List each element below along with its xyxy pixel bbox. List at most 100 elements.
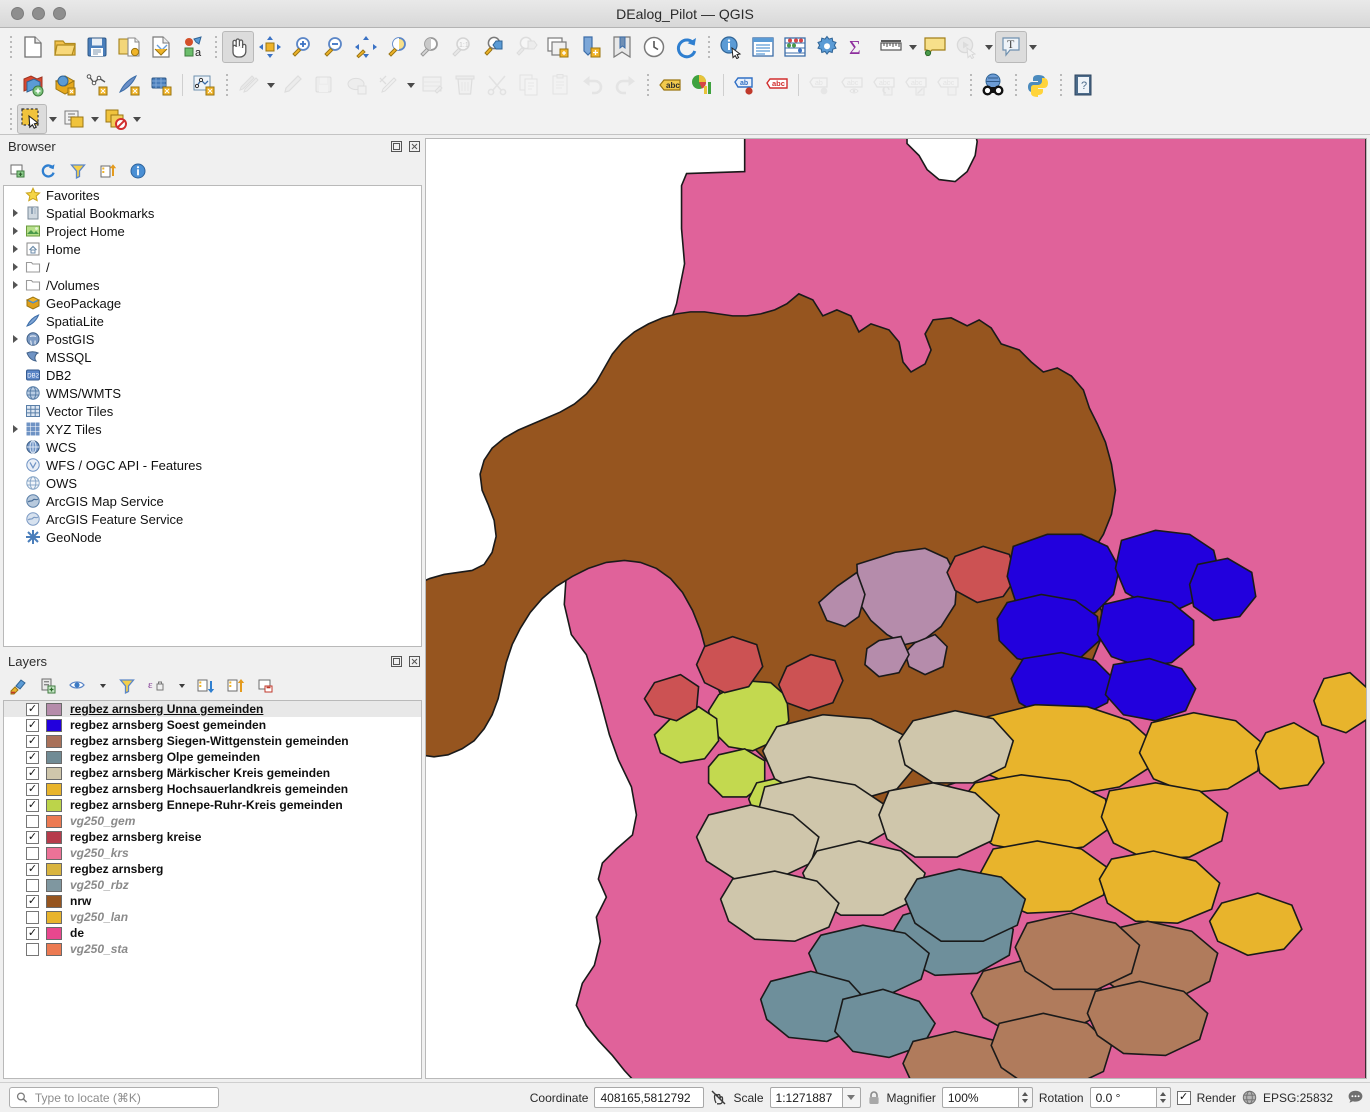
open-attribute-table-icon[interactable] (747, 31, 779, 63)
zoom-in-icon[interactable] (286, 31, 318, 63)
chevron-down-icon[interactable] (1027, 45, 1039, 50)
zoom-native-icon[interactable]: 1:1 (446, 31, 478, 63)
run-feature-action-icon[interactable] (951, 31, 983, 63)
save-layer-edits-icon[interactable] (309, 69, 341, 101)
minimize-window-button[interactable] (32, 7, 45, 20)
measure-line-icon[interactable] (875, 31, 907, 63)
sum-icon[interactable]: Σ (843, 31, 875, 63)
close-icon[interactable] (408, 140, 421, 153)
new-text-annotation-icon[interactable]: T (995, 31, 1027, 63)
expand-arrow-icon[interactable] (6, 245, 24, 253)
chevron-down-icon[interactable] (131, 117, 143, 122)
browser-tree-item[interactable]: ArcGIS Feature Service (4, 510, 421, 528)
copy-features-icon[interactable] (513, 69, 545, 101)
layer-visibility-checkbox[interactable]: ✓ (26, 702, 39, 716)
deselect-features-icon[interactable] (101, 104, 131, 134)
new-shapefile-layer-icon[interactable] (188, 69, 220, 101)
magnifier-value[interactable]: 100% (941, 1087, 1018, 1108)
remove-layer-icon[interactable] (256, 676, 276, 696)
help-contents-icon[interactable]: ? (1067, 69, 1099, 101)
manage-visibility-icon[interactable] (68, 676, 88, 696)
layer-visibility-checkbox[interactable]: ✓ (26, 798, 39, 812)
new-print-layout-icon[interactable] (145, 31, 177, 63)
browser-tree-item[interactable]: / (4, 258, 421, 276)
layer-visibility-checkbox[interactable] (26, 878, 39, 892)
map-tips-icon[interactable] (919, 31, 951, 63)
processing-toolbox-icon[interactable] (811, 31, 843, 63)
render-checkbox[interactable]: ✓ (1176, 1090, 1191, 1105)
layer-row[interactable]: ✓ de (4, 925, 421, 941)
layer-labeling-icon[interactable]: abc (654, 69, 686, 101)
metasearch-icon[interactable] (977, 69, 1009, 101)
pan-map-icon[interactable] (222, 31, 254, 63)
expand-all-icon[interactable] (196, 676, 216, 696)
browser-tree-item[interactable]: WFS / OGC API - Features (4, 456, 421, 474)
chevron-down-icon[interactable] (98, 684, 107, 688)
browser-tree-item[interactable]: ArcGIS Map Service (4, 492, 421, 510)
add-feature-icon[interactable] (341, 69, 373, 101)
zoom-next-icon[interactable] (510, 31, 542, 63)
browser-tree-item[interactable]: /Volumes (4, 276, 421, 294)
layer-row[interactable]: vg250_rbz (4, 877, 421, 893)
browser-tree-item[interactable]: PostGIS (4, 330, 421, 348)
add-delimited-text-layer-icon[interactable] (81, 69, 113, 101)
lock-scale-icon[interactable] (867, 1090, 881, 1106)
layer-visibility-checkbox[interactable]: ✓ (26, 782, 39, 796)
refresh-icon[interactable] (670, 31, 702, 63)
open-layer-styling-icon[interactable] (8, 676, 28, 696)
pan-to-selection-icon[interactable] (254, 31, 286, 63)
layer-row[interactable]: ✓ regbez arnsberg kreise (4, 829, 421, 845)
style-manager-icon[interactable]: a (177, 31, 209, 63)
new-3d-map-view-icon[interactable] (574, 31, 606, 63)
delete-selected-icon[interactable] (449, 69, 481, 101)
layer-visibility-checkbox[interactable]: ✓ (26, 894, 39, 908)
chevron-down-icon[interactable] (907, 45, 919, 50)
filter-legend-expression-icon[interactable]: ε (147, 676, 167, 696)
expand-arrow-icon[interactable] (6, 425, 24, 433)
close-window-button[interactable] (11, 7, 24, 20)
paste-features-icon[interactable] (545, 69, 577, 101)
statistical-summary-icon[interactable] (779, 31, 811, 63)
expand-arrow-icon[interactable] (6, 263, 24, 271)
browser-tree-item[interactable]: SpatiaLite (4, 312, 421, 330)
layer-visibility-checkbox[interactable] (26, 814, 39, 828)
layer-row[interactable]: ✓ regbez arnsberg Unna gemeinden (4, 701, 421, 717)
browser-tree-item[interactable]: DB2 DB2 (4, 366, 421, 384)
show-bookmarks-icon[interactable] (606, 31, 638, 63)
python-console-icon[interactable] (1022, 69, 1054, 101)
undo-icon[interactable] (577, 69, 609, 101)
select-by-expression-icon[interactable] (59, 104, 89, 134)
zoom-last-icon[interactable] (478, 31, 510, 63)
chevron-down-icon[interactable] (47, 117, 59, 122)
add-mesh-layer-icon[interactable] (145, 69, 177, 101)
redo-icon[interactable] (609, 69, 641, 101)
magnifier-stepper[interactable] (1017, 1087, 1033, 1108)
chevron-down-icon[interactable] (983, 45, 995, 50)
cut-features-icon[interactable] (481, 69, 513, 101)
select-features-icon[interactable] (17, 104, 47, 134)
browser-tree-item[interactable]: MSSQL (4, 348, 421, 366)
zoom-out-icon[interactable] (318, 31, 350, 63)
rotation-value[interactable]: 0.0 ° (1089, 1087, 1156, 1108)
undock-icon[interactable] (390, 140, 403, 153)
layer-row[interactable]: vg250_krs (4, 845, 421, 861)
layer-visibility-checkbox[interactable]: ✓ (26, 862, 39, 876)
refresh-icon[interactable] (38, 161, 58, 181)
zoom-full-icon[interactable] (350, 31, 382, 63)
zoom-to-layer-icon[interactable] (414, 31, 446, 63)
layer-visibility-checkbox[interactable]: ✓ (26, 926, 39, 940)
properties-icon[interactable] (128, 161, 148, 181)
layer-visibility-checkbox[interactable] (26, 846, 39, 860)
toggle-extents-icon[interactable] (710, 1089, 727, 1106)
add-vector-layer-icon[interactable] (17, 69, 49, 101)
expand-arrow-icon[interactable] (6, 335, 24, 343)
layer-row[interactable]: ✓ regbez arnsberg Ennepe-Ruhr-Kreis gemei… (4, 797, 421, 813)
current-edits-icon[interactable] (233, 69, 265, 101)
change-label-icon[interactable]: abc (900, 69, 932, 101)
collapse-all-icon[interactable] (226, 676, 246, 696)
browser-tree-item[interactable]: Spatial Bookmarks (4, 204, 421, 222)
crs-label[interactable]: EPSG:25832 (1263, 1091, 1333, 1105)
add-group-icon[interactable] (38, 676, 58, 696)
modify-attributes-icon[interactable] (417, 69, 449, 101)
undock-icon[interactable] (390, 655, 403, 668)
